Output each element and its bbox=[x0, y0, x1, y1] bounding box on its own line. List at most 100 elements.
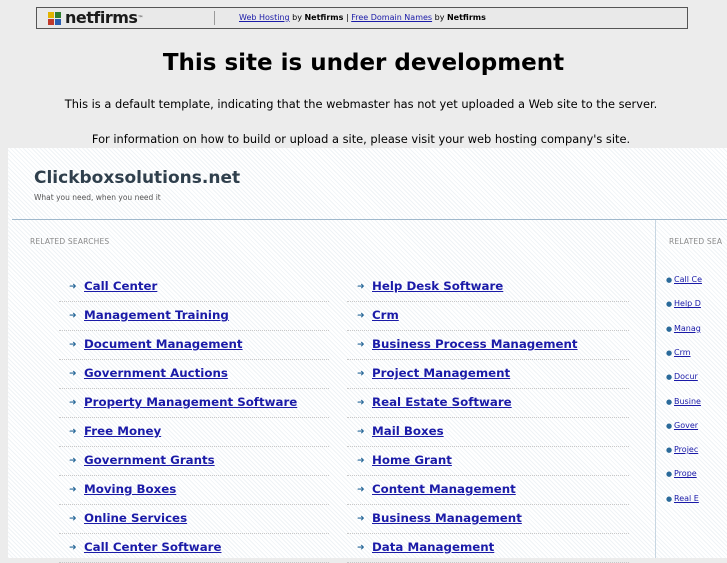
related-search-row: ➜ Data Management bbox=[347, 534, 629, 563]
sidebar-related-search-link[interactable]: Crm bbox=[674, 348, 691, 357]
related-searches-label: RELATED SEARCHES bbox=[30, 237, 110, 246]
related-search-link[interactable]: Project Management bbox=[372, 366, 510, 381]
bullet-icon: ● bbox=[666, 421, 673, 430]
default-template-notice: This is a default template, indicating t… bbox=[64, 97, 658, 111]
arrow-right-icon: ➜ bbox=[357, 369, 365, 379]
related-search-row: ➜ Business Process Management bbox=[347, 331, 629, 360]
sidebar-related-search-link[interactable]: Busine bbox=[674, 397, 701, 406]
related-search-link[interactable]: Document Management bbox=[84, 337, 243, 352]
sidebar-related-search-link[interactable]: Projec bbox=[674, 445, 698, 454]
sidebar-related-search-link[interactable]: Docur bbox=[674, 372, 698, 381]
netfirms-logo-icon bbox=[47, 10, 63, 26]
arrow-right-icon: ➜ bbox=[357, 485, 365, 495]
sidebar-related-search-link[interactable]: Help D bbox=[674, 299, 701, 308]
related-search-row: ➜ Government Grants bbox=[59, 447, 329, 476]
arrow-right-icon: ➜ bbox=[69, 369, 77, 379]
arrow-right-icon: ➜ bbox=[69, 543, 77, 553]
arrow-right-icon: ➜ bbox=[69, 514, 77, 524]
related-search-link[interactable]: Crm bbox=[372, 308, 399, 323]
related-search-link[interactable]: Data Management bbox=[372, 540, 494, 555]
related-search-row: ➜ Free Money bbox=[59, 418, 329, 447]
related-search-link[interactable]: Moving Boxes bbox=[84, 482, 176, 497]
netfirms-logo[interactable]: netfirms ™ bbox=[47, 9, 143, 27]
arrow-right-icon: ➜ bbox=[357, 514, 365, 524]
arrow-right-icon: ➜ bbox=[357, 340, 365, 350]
arrow-right-icon: ➜ bbox=[69, 485, 77, 495]
related-searches-sidebar: RELATED SEA ● Call Ce ● Help D ● Manag ● Crm ● Do… bbox=[655, 220, 727, 558]
related-search-row: ➜ Crm bbox=[347, 302, 629, 331]
hosting-info-notice: For information on how to build or uploa… bbox=[91, 132, 631, 146]
trademark-mark: ™ bbox=[137, 14, 144, 22]
arrow-right-icon: ➜ bbox=[69, 340, 77, 350]
bullet-icon: ● bbox=[666, 324, 673, 333]
sidebar-related-search-link[interactable]: Call Ce bbox=[674, 275, 702, 284]
site-title[interactable]: Clickboxsolutions.net bbox=[34, 168, 240, 188]
related-search-link[interactable]: Free Money bbox=[84, 424, 161, 439]
arrow-right-icon: ➜ bbox=[357, 456, 365, 466]
web-hosting-link[interactable]: Web Hosting bbox=[239, 13, 290, 22]
related-search-link[interactable]: Help Desk Software bbox=[372, 279, 503, 294]
arrow-right-icon: ➜ bbox=[357, 398, 365, 408]
arrow-right-icon: ➜ bbox=[357, 543, 365, 553]
related-search-row: ➜ Business Management bbox=[347, 505, 629, 534]
related-search-row: ➜ Document Management bbox=[59, 331, 329, 360]
related-search-link[interactable]: Management Training bbox=[84, 308, 229, 323]
related-search-row: ➜ Help Desk Software bbox=[347, 273, 629, 302]
banner-links: Web Hosting by Netfirms | Free Domain Na… bbox=[239, 12, 486, 24]
arrow-right-icon: ➜ bbox=[69, 427, 77, 437]
parked-domain-frame: Clickboxsolutions.net What you need, whe… bbox=[8, 148, 727, 563]
by-text: by bbox=[434, 13, 445, 22]
bullet-icon: ● bbox=[666, 397, 673, 406]
separator-text: | bbox=[345, 13, 349, 22]
bullet-icon: ● bbox=[666, 446, 673, 455]
related-search-link[interactable]: Content Management bbox=[372, 482, 516, 497]
related-search-row: ➜ Mail Boxes bbox=[347, 418, 629, 447]
related-search-row: ➜ Call Center bbox=[59, 273, 329, 302]
arrow-right-icon: ➜ bbox=[357, 282, 365, 292]
sidebar-related-search-link[interactable]: Manag bbox=[674, 324, 701, 333]
netfirms-logo-text: netfirms bbox=[65, 8, 138, 27]
arrow-right-icon: ➜ bbox=[69, 398, 77, 408]
related-search-link[interactable]: Mail Boxes bbox=[372, 424, 444, 439]
arrow-right-icon: ➜ bbox=[357, 311, 365, 321]
related-searches-panel: RELATED SEARCHES ➜ Call Center ➜ Management… bbox=[12, 220, 654, 563]
related-search-row: ➜ Content Management bbox=[347, 476, 629, 505]
bullet-icon: ● bbox=[666, 470, 673, 479]
sidebar-related-search-link[interactable]: Prope bbox=[674, 469, 697, 478]
related-search-link[interactable]: Property Management Software bbox=[84, 395, 297, 410]
related-search-row: ➜ Management Training bbox=[59, 302, 329, 331]
site-header: Clickboxsolutions.net What you need, whe… bbox=[12, 148, 727, 220]
site-tagline: What you need, when you need it bbox=[34, 193, 161, 202]
related-search-row: ➜ Real Estate Software bbox=[347, 389, 629, 418]
bullet-icon: ● bbox=[666, 494, 673, 503]
related-search-link[interactable]: Government Grants bbox=[84, 453, 215, 468]
related-search-link[interactable]: Business Management bbox=[372, 511, 522, 526]
related-search-link[interactable]: Business Process Management bbox=[372, 337, 578, 352]
sidebar-related-search-link[interactable]: Gover bbox=[674, 421, 698, 430]
bullet-icon: ● bbox=[666, 276, 673, 284]
related-search-link[interactable]: Government Auctions bbox=[84, 366, 228, 381]
netfirms-brand-text: Netfirms bbox=[304, 13, 344, 22]
arrow-right-icon: ➜ bbox=[69, 282, 77, 292]
related-search-link[interactable]: Call Center Software bbox=[84, 540, 221, 555]
related-search-row: ➜ Online Services bbox=[59, 505, 329, 534]
related-search-row: ➜ Call Center Software bbox=[59, 534, 329, 563]
page-title: This site is under development bbox=[162, 50, 565, 76]
bullet-icon: ● bbox=[666, 348, 673, 357]
netfirms-banner: netfirms ™ Web Hosting by Netfirms | Fre… bbox=[36, 7, 688, 29]
free-domain-names-link[interactable]: Free Domain Names bbox=[351, 13, 432, 22]
related-search-row: ➜ Home Grant bbox=[347, 447, 629, 476]
related-search-link[interactable]: Online Services bbox=[84, 511, 187, 526]
related-search-row: ➜ Project Management bbox=[347, 360, 629, 389]
related-search-link[interactable]: Real Estate Software bbox=[372, 395, 512, 410]
arrow-right-icon: ➜ bbox=[357, 427, 365, 437]
related-search-row: ➜ Government Auctions bbox=[59, 360, 329, 389]
bullet-icon: ● bbox=[666, 300, 673, 309]
sidebar-related-search-link[interactable]: Real E bbox=[674, 494, 699, 503]
related-search-link[interactable]: Call Center bbox=[84, 279, 157, 294]
arrow-right-icon: ➜ bbox=[69, 311, 77, 321]
related-search-row: ➜ Property Management Software bbox=[59, 389, 329, 418]
related-search-link[interactable]: Home Grant bbox=[372, 453, 452, 468]
banner-divider bbox=[214, 11, 215, 25]
by-text: by bbox=[292, 13, 302, 22]
